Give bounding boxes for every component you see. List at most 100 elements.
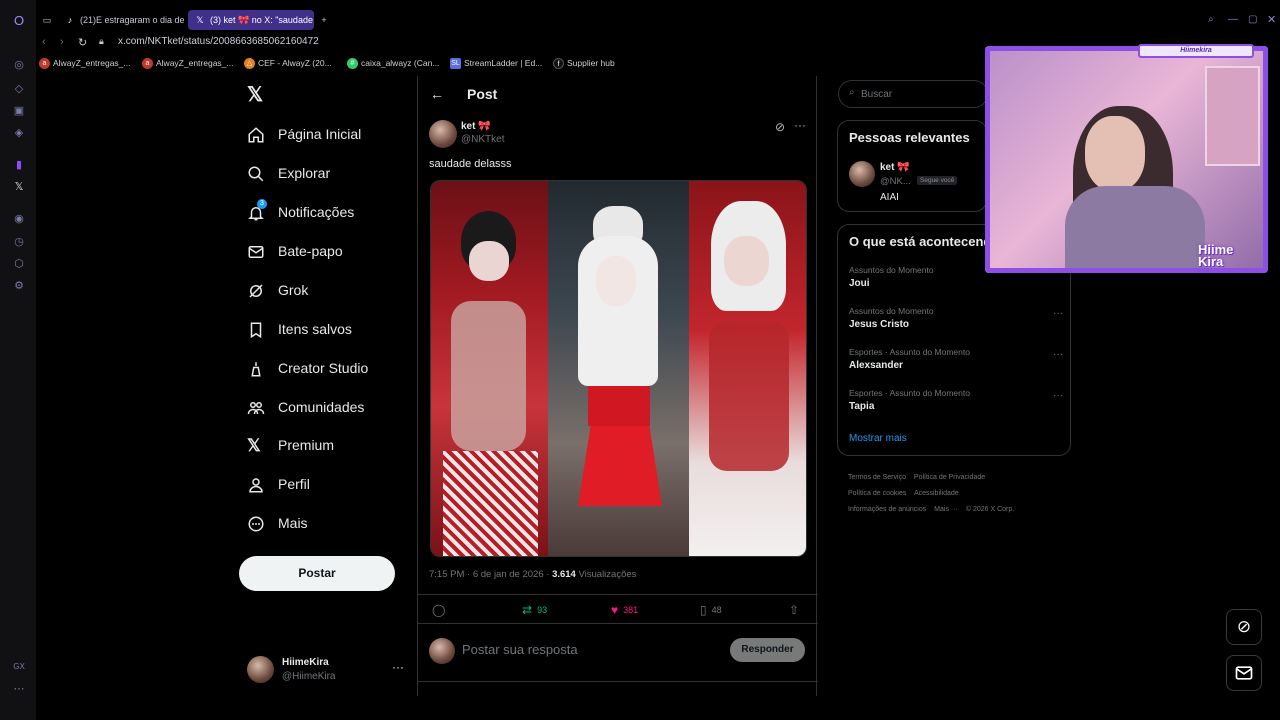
user-name[interactable]: ket 🎀 bbox=[880, 162, 910, 173]
nav-item-bookmarks[interactable]: Itens salvos bbox=[247, 319, 417, 341]
reply-submit-button[interactable]: Responder bbox=[730, 638, 805, 662]
clock-icon[interactable]: ◷ bbox=[12, 235, 26, 249]
bookmark-item[interactable]: f Supplier hub bbox=[553, 58, 615, 69]
footer-link[interactable]: Informações de anúncios bbox=[848, 506, 926, 513]
player-icon[interactable]: ◉ bbox=[12, 212, 26, 226]
grok-icon: ⊘ bbox=[1236, 617, 1252, 636]
copyright: © 2026 X Corp. bbox=[965, 506, 1015, 513]
bookmark-icon: a bbox=[39, 58, 50, 69]
tab-tiktok[interactable]: ♪ (21)E estragaram o dia dele bbox=[58, 10, 184, 30]
post-button[interactable]: Postar bbox=[239, 556, 395, 591]
nav-item-profile[interactable]: Perfil bbox=[247, 474, 417, 496]
post-timestamp[interactable]: 7:15 PM · 6 de jan de 2026 · bbox=[429, 569, 549, 580]
shield-icon[interactable]: ▣ bbox=[12, 104, 26, 118]
bookmark-item[interactable]: # caixa_alwayz (Can... bbox=[347, 58, 439, 69]
more-dots-icon[interactable]: ··· bbox=[1053, 308, 1063, 319]
share-icon: ⇧ bbox=[789, 603, 800, 617]
post-text: saudade delasss bbox=[429, 158, 512, 170]
nav-item-communities[interactable]: Comunidades bbox=[247, 397, 417, 419]
nav-label: Explorar bbox=[278, 165, 331, 181]
footer-link[interactable]: Política de cookies bbox=[848, 490, 906, 497]
tab-switcher-icon[interactable]: ▭ bbox=[40, 10, 54, 30]
show-more-link[interactable]: Mostrar mais bbox=[849, 433, 907, 444]
twitch-icon[interactable]: ▮ bbox=[12, 158, 26, 172]
bookmark-item[interactable]: a AlwayZ_entregas_... bbox=[39, 58, 130, 69]
more-dots-icon[interactable]: ··· bbox=[794, 118, 806, 132]
more-dots-icon[interactable]: ··· bbox=[1053, 390, 1063, 401]
action-bar: ◯ ⇄ 93 ♥ 381 ▯ 48 ⇧ bbox=[418, 594, 818, 624]
trend-item[interactable]: Esportes · Assunto do Momento Tapia ··· bbox=[849, 388, 1063, 422]
bookmark-button[interactable]: ▯ 48 bbox=[700, 603, 722, 617]
search-icon[interactable]: ⌕ bbox=[1208, 14, 1214, 25]
grok-icon[interactable]: ⊘ bbox=[775, 120, 785, 134]
nav-item-premium[interactable]: 𝕏 Premium bbox=[247, 435, 417, 457]
page-title: Post bbox=[467, 86, 498, 102]
share-button[interactable]: ⇧ bbox=[789, 603, 804, 617]
more-dots-icon[interactable]: ··· bbox=[1053, 349, 1063, 360]
gx-icon[interactable]: GX bbox=[12, 660, 26, 674]
pin-icon[interactable]: ◇ bbox=[12, 82, 26, 96]
heart-icon: ♥ bbox=[611, 603, 619, 617]
settings-icon[interactable]: ⚙ bbox=[12, 279, 26, 293]
x-logo-icon[interactable]: 𝕏 bbox=[247, 85, 267, 105]
nav-item-chat[interactable]: Bate-papo bbox=[247, 241, 417, 263]
x-icon[interactable]: 𝕏 bbox=[12, 180, 26, 194]
footer-link[interactable]: Acessibilidade bbox=[914, 490, 959, 497]
trend-item[interactable]: Esportes · Assunto do Momento Alexsander… bbox=[849, 347, 1063, 381]
avatar bbox=[247, 656, 274, 683]
minimize-icon[interactable]: — bbox=[1228, 14, 1238, 25]
messenger-icon[interactable]: ◈ bbox=[12, 126, 26, 140]
grok-icon bbox=[249, 284, 263, 298]
post-image[interactable] bbox=[430, 180, 807, 557]
avatar bbox=[429, 638, 455, 664]
reload-icon[interactable]: ↻ bbox=[78, 36, 87, 49]
nav-item-creator-studio[interactable]: Creator Studio bbox=[247, 358, 417, 380]
tiktok-icon: ♪ bbox=[67, 15, 73, 25]
reply-button[interactable]: ◯ bbox=[432, 603, 450, 617]
maximize-icon[interactable]: ▢ bbox=[1248, 14, 1257, 25]
repost-button[interactable]: ⇄ 93 bbox=[522, 603, 547, 617]
more-circle-icon bbox=[248, 516, 264, 532]
bookmark-icon bbox=[250, 322, 262, 339]
user-handle[interactable]: @NK... bbox=[880, 176, 911, 187]
lock-icon: 🔒︎ bbox=[99, 36, 104, 46]
tab-x-post[interactable]: 𝕏 (3) ket 🎀 no X: "saudade bbox=[188, 10, 314, 30]
avatar[interactable] bbox=[849, 161, 875, 187]
nav-item-home[interactable]: Página Inicial bbox=[247, 124, 417, 146]
grok-float-button[interactable]: ⊘ bbox=[1226, 609, 1262, 645]
footer-link[interactable]: Termos de Serviço bbox=[848, 474, 906, 481]
new-tab-button[interactable]: + bbox=[316, 10, 332, 30]
author-name[interactable]: ket 🎀 bbox=[461, 121, 491, 132]
extensions-icon[interactable]: ⬡ bbox=[12, 257, 26, 271]
reply-input[interactable]: Postar sua resposta bbox=[462, 642, 578, 657]
search-input[interactable] bbox=[861, 87, 981, 101]
bookmark-item[interactable]: SL StreamLadder | Ed... bbox=[450, 58, 542, 69]
more-dots-icon[interactable]: ⋯ bbox=[12, 682, 26, 696]
x-premium-icon: 𝕏 bbox=[247, 436, 261, 455]
bookmark-item[interactable]: △ CEF - AlwayZ (20... bbox=[244, 58, 332, 69]
back-arrow-icon[interactable]: ← bbox=[430, 86, 444, 102]
trend-item[interactable]: Assuntos do Momento Jesus Cristo ··· bbox=[849, 306, 1063, 340]
footer-links: Termos de Serviço Política de Privacidad… bbox=[848, 470, 1068, 518]
nav-item-notifications[interactable]: 3 Notificações bbox=[247, 199, 417, 224]
avatar[interactable] bbox=[429, 120, 457, 148]
messages-float-button[interactable] bbox=[1226, 655, 1262, 691]
like-button[interactable]: ♥ 381 bbox=[611, 603, 638, 617]
nav-item-explore[interactable]: Explorar bbox=[247, 163, 417, 185]
search-bar[interactable]: ⌕ bbox=[838, 80, 988, 108]
forward-icon[interactable]: › bbox=[60, 36, 64, 48]
bookmark-item[interactable]: a AlwayZ_entregas_... bbox=[142, 58, 233, 69]
account-switcher[interactable]: HiimeKira @HiimeKira ··· bbox=[247, 656, 417, 684]
close-icon[interactable]: ✕ bbox=[1267, 13, 1276, 26]
x-icon: 𝕏 bbox=[196, 15, 204, 25]
ai-icon[interactable]: ◎ bbox=[12, 58, 26, 72]
more-dots-icon[interactable]: ··· bbox=[392, 660, 404, 674]
author-handle[interactable]: @NKTket bbox=[461, 134, 505, 145]
back-icon[interactable]: ‹ bbox=[42, 36, 46, 48]
url-text[interactable]: x.com/NKTket/status/2008663685062160472 bbox=[118, 36, 319, 47]
opera-logo-icon[interactable]: O bbox=[12, 14, 26, 28]
nav-item-grok[interactable]: Grok bbox=[247, 280, 417, 302]
nav-item-more[interactable]: Mais bbox=[247, 513, 417, 535]
footer-link[interactable]: Mais ··· bbox=[934, 506, 958, 513]
footer-link[interactable]: Política de Privacidade bbox=[914, 474, 985, 481]
